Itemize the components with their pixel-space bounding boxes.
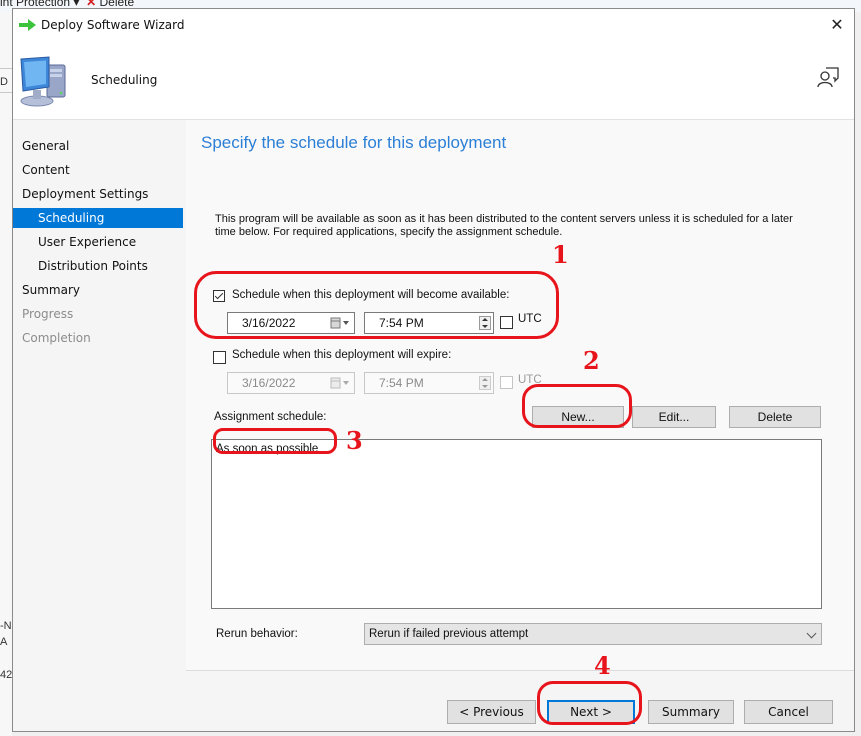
section-heading: Specify the schedule for this deployment [201,133,507,152]
assignment-schedule-label: Assignment schedule: [214,411,327,423]
background-text: D [0,76,8,88]
rerun-behavior-select[interactable]: Rerun if failed previous attempt [364,623,822,645]
expire-date-value: 3/16/2022 [242,376,296,390]
rerun-behavior-value: Rerun if failed previous attempt [369,628,529,640]
divider [0,68,12,69]
list-item[interactable]: As soon as possible [214,442,320,456]
feedback-icon[interactable] [816,65,840,89]
annotation-number-1: 1 [552,240,569,269]
expire-time-value: 7:54 PM [379,376,424,390]
expire-schedule-label: Schedule when this deployment will expir… [232,349,452,361]
wizard-header: Scheduling [13,43,854,120]
available-time-value: 7:54 PM [379,316,424,330]
expire-date-picker: 3/16/2022 [227,372,355,394]
expire-utc-checkbox [500,376,513,389]
background-text: -N [0,620,12,632]
delete-schedule-button[interactable]: Delete [729,406,821,428]
background-text: A [0,636,8,648]
time-spinner-icon [479,376,491,390]
nav-item-deployment-settings[interactable]: Deployment Settings [13,184,183,204]
wizard-content: Specify the schedule for this deployment… [186,120,854,670]
chevron-down-icon [806,628,817,639]
nav-item-completion: Completion [22,331,91,345]
nav-item-general[interactable]: General [13,136,183,156]
cancel-button[interactable]: Cancel [744,700,833,724]
assignment-schedule-list[interactable]: As soon as possible [211,439,822,609]
calendar-dropdown-icon [330,377,349,389]
title-bar: Deploy Software Wizard ✕ [13,9,854,43]
description-text: This program will be available as soon a… [215,213,793,238]
nav-item-user-experience[interactable]: User Experience [13,232,183,252]
available-utc-checkbox[interactable] [500,316,513,329]
dialog-title: Deploy Software Wizard [41,18,185,32]
available-date-picker[interactable]: 3/16/2022 [227,312,355,334]
page-title: Scheduling [91,73,158,87]
wizard-footer: < Previous Next > Summary Cancel [186,671,854,731]
available-date-value: 3/16/2022 [242,316,296,330]
available-schedule-label: Schedule when this deployment will becom… [232,289,510,301]
edit-schedule-button[interactable]: Edit... [632,406,716,428]
rerun-behavior-label: Rerun behavior: [216,628,298,640]
close-button[interactable]: ✕ [826,15,848,37]
nav-item-distribution-points[interactable]: Distribution Points [13,256,183,276]
time-spinner-icon[interactable] [479,316,491,330]
divider [0,92,12,93]
expire-time-picker: 7:54 PM [364,372,494,394]
annotation-number-2: 2 [583,346,600,375]
nav-item-scheduling[interactable]: Scheduling [13,208,183,228]
computer-icon [20,56,66,107]
available-schedule-checkbox[interactable] [213,290,225,302]
wizard-navigation: General Content Deployment Settings Sche… [13,120,185,670]
new-schedule-button[interactable]: New... [532,406,624,428]
nav-item-content[interactable]: Content [13,160,183,180]
available-time-picker[interactable]: 7:54 PM [364,312,494,334]
previous-button[interactable]: < Previous [447,700,536,724]
nav-item-progress: Progress [22,307,74,321]
nav-item-summary[interactable]: Summary [13,280,183,300]
annotation-number-4: 4 [594,651,611,680]
calendar-dropdown-icon[interactable] [330,317,350,329]
annotation-number-3: 3 [346,426,363,455]
green-arrow-icon [19,19,36,31]
summary-button[interactable]: Summary [648,700,734,724]
background-app-edge: D -N A 42 [0,12,12,736]
next-button[interactable]: Next > [547,700,635,724]
background-text: 42 [0,669,13,681]
deploy-software-wizard-dialog: Deploy Software Wizard ✕ Scheduling Gene… [12,8,855,732]
available-utc-label: UTC [518,313,542,325]
expire-schedule-checkbox[interactable] [213,351,226,364]
expire-utc-label: UTC [518,374,542,386]
